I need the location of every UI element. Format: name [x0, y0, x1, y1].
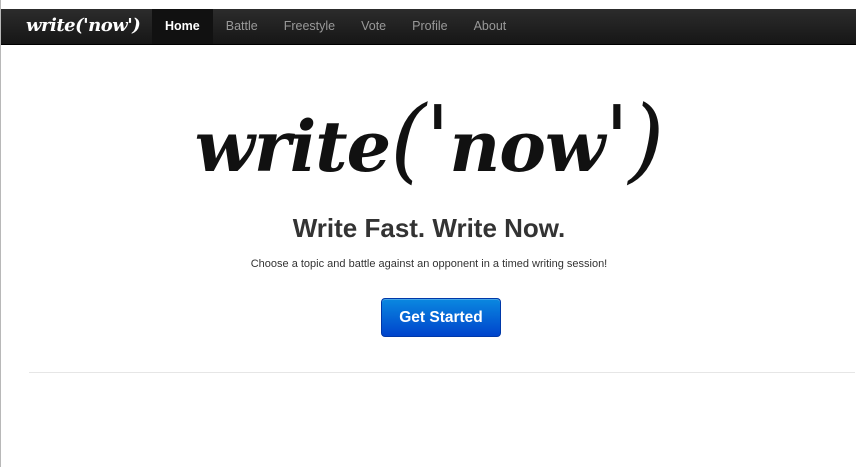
nav-item-freestyle[interactable]: Freestyle [271, 9, 348, 44]
nav-item-battle[interactable]: Battle [213, 9, 271, 44]
get-started-button[interactable]: Get Started [381, 298, 501, 337]
nav-item-vote[interactable]: Vote [348, 9, 399, 44]
nav-item-profile[interactable]: Profile [399, 9, 460, 44]
hero-logo-now: now [449, 105, 605, 188]
hero-headline: Write Fast. Write Now. [292, 213, 566, 243]
nav-item-about[interactable]: About [461, 9, 520, 44]
nav-menu: Home Battle Freestyle Vote Profile About [152, 9, 519, 44]
top-navbar: write('now') Home Battle Freestyle Vote … [1, 9, 856, 45]
hero-logo-open-paren: (' [390, 86, 450, 193]
hero-logo-close-paren: ') [604, 86, 664, 193]
brand-logo[interactable]: write('now') [26, 9, 141, 44]
app-window: write('now') Home Battle Freestyle Vote … [0, 0, 856, 467]
hero-logo-write: write [194, 105, 392, 188]
hero-logo: write('now') [1, 94, 856, 188]
nav-item-home[interactable]: Home [152, 9, 213, 44]
hero-tagline: Choose a topic and battle against an opp… [250, 258, 608, 270]
hero-divider [29, 372, 855, 373]
